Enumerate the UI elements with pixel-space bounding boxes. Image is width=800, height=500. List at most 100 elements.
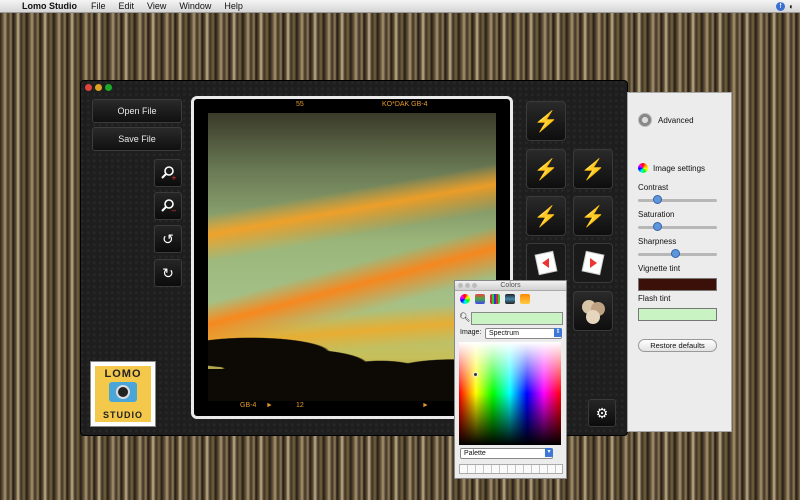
contrast-slider-knob[interactable] (653, 195, 662, 204)
advanced-header: Advanced (638, 113, 721, 127)
saturation-slider[interactable] (638, 222, 717, 231)
next-frame-icon (581, 250, 605, 276)
frame-number: 55 (296, 101, 304, 108)
film-rolls-icon (582, 300, 605, 324)
settings-button[interactable]: ⚙ (588, 399, 616, 427)
menu-help[interactable]: Help (224, 1, 243, 11)
svg-text:+: + (171, 174, 176, 181)
panel-window-controls (458, 283, 477, 288)
current-color-swatch[interactable] (471, 312, 563, 325)
flash-red-button[interactable]: ⚡ (526, 149, 566, 189)
open-file-button[interactable]: Open File (92, 99, 182, 123)
app-logo: LOMO STUDIO (90, 361, 156, 427)
color-wheel-icon (638, 163, 648, 173)
lightning-icon: ⚡ (533, 110, 559, 133)
close-button[interactable] (85, 84, 92, 91)
advanced-title: Advanced (658, 115, 694, 125)
gear-icon (638, 113, 652, 127)
previous-frame-icon (534, 250, 558, 276)
zoom-in-icon: + (161, 166, 176, 181)
camera-lens (116, 385, 130, 399)
logo-word-bottom: STUDIO (102, 410, 143, 420)
frame-top-strip: 55 KO*DAK GB-4 (194, 101, 510, 113)
color-palette-strip[interactable] (459, 464, 563, 474)
svg-text:−: − (171, 207, 176, 214)
logo-word-top: LOMO (104, 368, 142, 380)
film-label: KO*DAK GB-4 (382, 101, 428, 108)
next-frame-button[interactable] (573, 243, 613, 283)
film-rolls-button[interactable] (573, 291, 613, 331)
minimize-button[interactable] (95, 84, 102, 91)
sharpness-slider-knob[interactable] (671, 249, 680, 258)
contrast-slider[interactable] (638, 195, 717, 204)
flash-tint-label: Flash tint (638, 294, 671, 303)
contrast-label: Contrast (638, 183, 669, 192)
spotlight-icon[interactable]: ◐ (789, 2, 794, 11)
flash-blue-button[interactable]: ⚡ (526, 196, 566, 236)
lightning-icon: ⚡ (533, 205, 559, 228)
color-mode-tabs (455, 291, 566, 309)
menu-app-name[interactable]: Lomo Studio (22, 1, 77, 11)
color-picker-cursor[interactable] (473, 372, 478, 377)
chevron-down-icon: ⇕ (554, 328, 562, 337)
image-select[interactable]: Spectrum ⇕ (485, 328, 562, 339)
color-wheel-tab-icon[interactable] (460, 294, 470, 304)
flash-yellow-button[interactable]: ⚡ (573, 149, 613, 189)
rotate-left-button[interactable]: ↺ (154, 225, 182, 253)
color-sliders-tab-icon[interactable] (475, 294, 485, 304)
menu-file[interactable]: File (91, 1, 106, 11)
save-file-button[interactable]: Save File (92, 127, 182, 151)
gear-icon: ⚙ (595, 404, 609, 421)
film-code: GB-4 (240, 402, 257, 409)
panel-minimize-button[interactable] (465, 283, 470, 288)
color-palettes-tab-icon[interactable] (490, 294, 500, 304)
image-select-value: Spectrum (489, 330, 519, 337)
window-controls (85, 84, 112, 91)
panel-close-button[interactable] (458, 283, 463, 288)
rotate-right-icon: ↻ (162, 264, 174, 281)
menu-bar: Lomo Studio File Edit View Window Help f… (0, 0, 800, 13)
spectrum-picker[interactable] (459, 342, 561, 445)
image-settings-label: Image settings (653, 163, 706, 173)
crayons-tab-icon[interactable] (520, 294, 530, 304)
restore-defaults-button[interactable]: Restore defaults (638, 339, 717, 352)
menu-view[interactable]: View (147, 1, 166, 11)
panel-zoom-button[interactable] (472, 283, 477, 288)
film-arrow-right: ► (422, 402, 429, 409)
previous-frame-button[interactable] (526, 243, 566, 283)
colors-panel: Colors 🔍︎ Image: Spectrum ⇕ Palette ▾ (454, 280, 567, 479)
sharpness-slider[interactable] (638, 249, 717, 258)
film-arrow: ► (266, 402, 273, 409)
menu-extras: f ◐ (776, 0, 794, 12)
saturation-slider-knob[interactable] (653, 222, 662, 231)
flash-white-button[interactable]: ⚡ (526, 101, 566, 141)
saturation-label: Saturation (638, 210, 675, 219)
image-palettes-tab-icon[interactable] (505, 294, 515, 304)
colors-title: Colors (500, 282, 521, 289)
vignette-tint-label: Vignette tint (638, 264, 681, 273)
chevron-down-icon: ▾ (545, 448, 553, 457)
lightning-icon: ⚡ (533, 158, 559, 181)
rotate-left-icon: ↺ (162, 230, 174, 247)
flash-green-button[interactable]: ⚡ (573, 196, 613, 236)
flash-tint-well[interactable] (638, 308, 717, 321)
menu-edit[interactable]: Edit (119, 1, 135, 11)
vignette-tint-well[interactable] (638, 278, 717, 291)
palette-select-value: Palette (464, 450, 486, 457)
zoom-button[interactable] (105, 84, 112, 91)
image-label: Image: (460, 329, 482, 336)
tree-silhouette (208, 321, 496, 401)
lightning-icon: ⚡ (580, 205, 606, 228)
status-menu-icon[interactable]: f (776, 1, 786, 11)
zoom-in-button[interactable]: + (154, 159, 182, 187)
zoom-out-button[interactable]: − (154, 192, 182, 220)
sharpness-label: Sharpness (638, 237, 677, 246)
lightning-icon: ⚡ (580, 158, 606, 181)
rotate-right-button[interactable]: ↻ (154, 259, 182, 287)
menu-window[interactable]: Window (179, 1, 211, 11)
palette-select[interactable]: Palette ▾ (460, 448, 553, 459)
advanced-panel: Advanced Image settings Contrast Saturat… (627, 92, 732, 432)
image-settings-header: Image settings (638, 163, 721, 173)
photo-preview[interactable] (208, 113, 496, 401)
magnifier-icon[interactable]: 🔍︎ (459, 312, 470, 323)
